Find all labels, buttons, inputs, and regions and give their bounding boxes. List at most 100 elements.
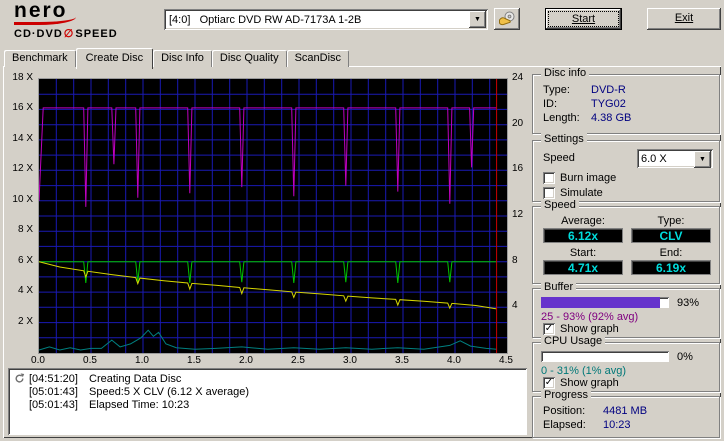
disc-type-row: Type: DVD-R <box>543 84 626 96</box>
position-label: Position: <box>543 405 586 417</box>
log-text: Elapsed Time: 10:23 <box>89 398 190 411</box>
drive-tool-button[interactable] <box>494 8 520 30</box>
buffer-show-graph-checkbox[interactable]: ✓ <box>543 323 555 335</box>
disc-info-title: Disc info <box>541 67 590 80</box>
axis-tick-label: 12 <box>512 209 524 220</box>
cpu-usage-title: CPU Usage <box>541 335 606 348</box>
status-log[interactable]: [04:51:20] Creating Data Disc [05:01:43]… <box>8 368 527 435</box>
series-speed-trend <box>39 261 497 310</box>
disc-type-value: DVD-R <box>591 84 626 96</box>
drive-select[interactable]: [4:0] Optiarc DVD RW AD-7173A 1-2B ▼ <box>164 9 488 30</box>
log-entry-icon-slot <box>14 373 29 384</box>
axis-tick-label: 1.0 <box>135 355 149 366</box>
cpu-range-text: 0 - 31% (1% avg) <box>541 365 626 377</box>
axis-tick-label: 14 X <box>12 132 33 144</box>
check-icon: ✓ <box>544 322 554 334</box>
write-speed-chart <box>38 78 508 354</box>
disc-icon: ∅ <box>63 28 75 40</box>
progress-title: Progress <box>541 389 592 402</box>
burn-image-checkbox-row: ✓ Burn image <box>543 172 616 184</box>
disc-length-row: Length: 4.38 GB <box>543 112 631 124</box>
average-speed-display: 6.12x <box>543 228 623 243</box>
buffer-title: Buffer <box>541 281 577 294</box>
average-label: Average: <box>561 215 605 227</box>
cpu-percent: 0% <box>677 351 693 363</box>
type-label: Type: <box>657 215 685 227</box>
disc-id-label: ID: <box>543 98 558 110</box>
axis-tick-label: 0.5 <box>83 355 97 366</box>
axis-tick-label: 2.5 <box>291 355 305 366</box>
simulate-checkbox[interactable]: ✓ <box>543 187 555 199</box>
logo-sub-left: CD·DVD <box>14 28 63 40</box>
disc-id-value: TYG02 <box>591 98 626 110</box>
tab-benchmark[interactable]: Benchmark <box>4 50 76 67</box>
buffer-percent: 93% <box>677 297 700 309</box>
tab-create-disc[interactable]: Create Disc <box>75 48 154 69</box>
end-speed-display: 6.19x <box>631 260 711 275</box>
axis-tick-label: 0.0 <box>31 355 45 366</box>
progress-group: Progress Position: 4481 MB Elapsed: 10:2… <box>532 389 720 438</box>
start-button-label: Start <box>571 13 596 25</box>
cpu-meter <box>541 351 669 362</box>
nero-logo-text: nero <box>14 0 68 22</box>
disc-type-label: Type: <box>543 84 570 96</box>
axis-tick-label: 3.5 <box>395 355 409 366</box>
burn-image-checkbox[interactable]: ✓ <box>543 172 555 184</box>
axis-tick-label: 4.0 <box>447 355 461 366</box>
end-speed-label: End: <box>659 247 683 259</box>
cpu-show-graph-label: Show graph <box>560 377 619 389</box>
speed-type-display: CLV <box>631 228 711 243</box>
burn-image-label: Burn image <box>560 172 617 184</box>
series-buffer-level <box>39 107 497 207</box>
elapsed-value: 10:23 <box>603 419 631 431</box>
exit-button[interactable]: Exit <box>647 8 721 30</box>
axis-tick-label: 16 <box>512 163 524 175</box>
simulate-checkbox-row: ✓ Simulate <box>543 187 603 199</box>
axis-tick-label: 20 <box>512 117 524 129</box>
simulate-label: Simulate <box>560 187 603 199</box>
y-axis-left: 18 X 16 X 14 X 12 X 10 X 8 X 6 X 4 X 2 X <box>6 73 36 352</box>
start-button[interactable]: Start <box>545 8 622 30</box>
settings-title: Settings <box>541 133 587 146</box>
axis-tick-label: 2.0 <box>239 355 253 366</box>
axis-tick-label: 16 X <box>12 102 33 114</box>
log-time: [04:51:20] <box>29 372 78 385</box>
buffer-range-text: 25 - 93% (92% avg) <box>541 311 639 323</box>
tab-disc-info[interactable]: Disc Info <box>153 50 212 67</box>
buffer-meter-fill <box>541 297 661 308</box>
speed-title: Speed <box>541 199 579 212</box>
axis-tick-label: 4.5 <box>499 355 513 366</box>
log-text: Speed:5 X CLV (6.12 X average) <box>89 385 250 398</box>
disc-length-value: 4.38 GB <box>591 112 632 124</box>
series-cpu-usage <box>39 329 497 351</box>
speed-select[interactable]: 6.0 X ▼ <box>637 149 713 168</box>
log-time: [05:01:43] <box>29 385 78 398</box>
speed-chevron-down-icon[interactable]: ▼ <box>694 151 711 168</box>
position-value: 4481 MB <box>603 405 648 417</box>
cpu-show-graph-checkbox[interactable]: ✓ <box>543 377 555 389</box>
check-icon: ✓ <box>544 376 554 388</box>
log-line: [05:01:43] Elapsed Time: 10:23 <box>14 398 521 411</box>
disc-id-row: ID: TYG02 <box>543 98 626 110</box>
axis-tick-label: 24 <box>512 72 524 83</box>
settings-group: Settings Speed 6.0 X ▼ ✓ Burn image ✓ Si… <box>532 133 720 202</box>
hand-disc-icon <box>499 11 515 26</box>
series-write-speed <box>39 261 497 284</box>
y-axis-right: 24 20 16 12 8 4 <box>509 73 531 352</box>
speed-select-label: Speed <box>543 152 575 164</box>
axis-tick-label: 8 <box>512 254 518 266</box>
tab-bar: Benchmark Create Disc Disc Info Disc Qua… <box>4 47 350 69</box>
exit-button-label: Exit <box>674 12 694 24</box>
refresh-arrow-icon <box>15 373 25 383</box>
cpu-usage-group: CPU Usage 0% 0 - 31% (1% avg) ✓ Show gra… <box>532 335 720 392</box>
buffer-show-graph-row: ✓ Show graph <box>543 323 619 335</box>
tab-disc-quality[interactable]: Disc Quality <box>211 50 287 67</box>
chevron-down-icon[interactable]: ▼ <box>469 11 486 28</box>
axis-tick-label: 2 X <box>17 315 33 327</box>
tab-scandisc[interactable]: ScanDisc <box>286 50 350 67</box>
axis-tick-label: 6 X <box>17 254 33 266</box>
log-line: [04:51:20] Creating Data Disc <box>14 372 521 385</box>
disc-length-label: Length: <box>543 112 580 124</box>
chevron-glyph: ▼ <box>474 16 481 23</box>
nero-logo: nero CD·DVD∅SPEED <box>14 0 144 40</box>
